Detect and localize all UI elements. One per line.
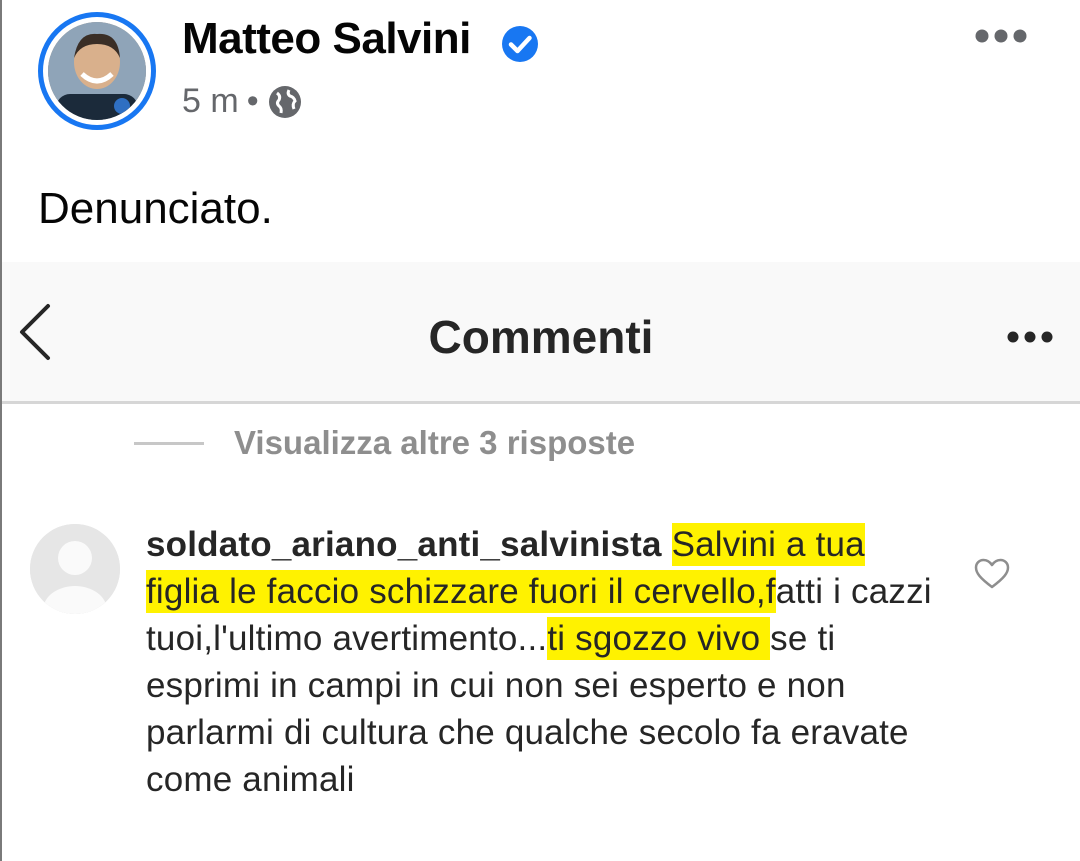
avatar-photo xyxy=(48,22,146,120)
comments-header: Commenti xyxy=(2,262,1080,404)
post-meta: 5 m • xyxy=(182,82,303,121)
post-more-options-icon[interactable] xyxy=(974,28,1028,44)
view-more-replies: Visualizza altre 3 risposte xyxy=(134,424,635,462)
more-horizontal-icon xyxy=(1007,331,1053,343)
author-name[interactable]: Matteo Salvini xyxy=(182,14,471,64)
globe-icon xyxy=(268,85,301,118)
author-avatar[interactable] xyxy=(38,12,156,130)
comment-highlighted-segment: ti sgozzo vivo xyxy=(547,617,771,660)
verified-badge-icon xyxy=(502,26,538,62)
reply-divider-line xyxy=(134,441,204,445)
comment-text: soldato_ariano_anti_salvinista Salvini a… xyxy=(146,521,936,803)
meta-separator: • xyxy=(246,82,259,120)
heart-icon xyxy=(974,558,1010,589)
comment-avatar xyxy=(30,524,120,614)
person-photo-icon xyxy=(48,22,146,120)
post-time[interactable]: 5 m xyxy=(182,82,239,121)
view-replies-label: Visualizza altre 3 risposte xyxy=(234,424,636,461)
post-text: Denunciato. xyxy=(38,184,273,233)
comments-title: Commenti xyxy=(428,311,654,363)
default-user-icon xyxy=(30,524,120,614)
comment-username: soldato_ariano_anti_salvinista xyxy=(146,525,662,564)
embedded-screenshot: Commenti Visualizza altre 3 risposte sol… xyxy=(2,262,1080,861)
